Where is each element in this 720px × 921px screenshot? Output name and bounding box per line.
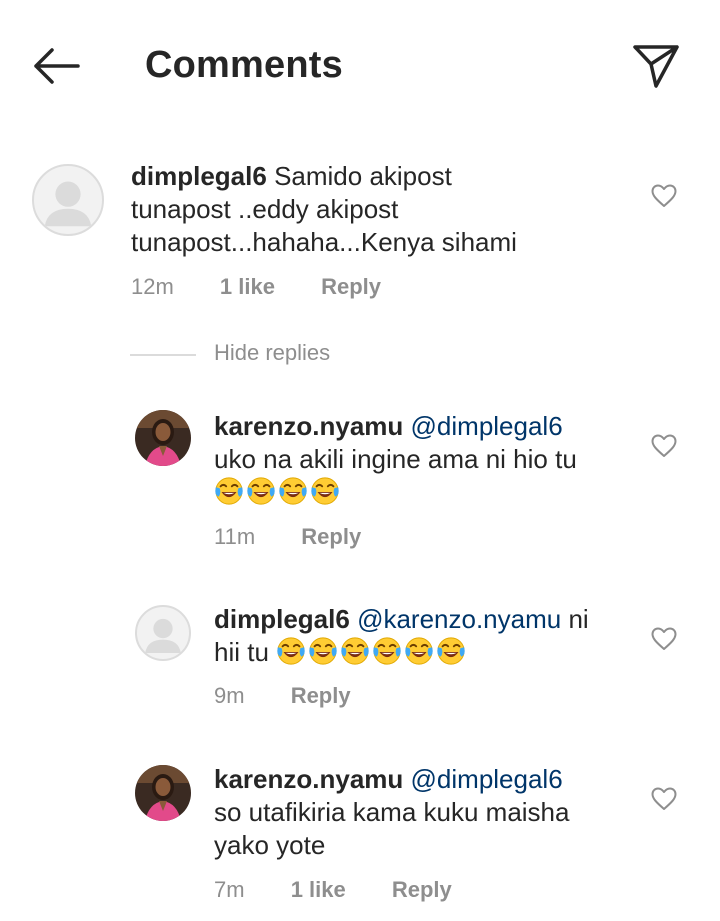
reply-time: 7m	[214, 877, 245, 902]
top-bar: Comments	[0, 0, 720, 130]
avatar[interactable]	[32, 164, 104, 236]
reply-text: dimplegal6 @karenzo.nyamu ni hii tu	[214, 603, 634, 669]
face-with-tears-of-joy-icon	[340, 636, 370, 666]
avatar[interactable]	[135, 765, 191, 821]
divider	[130, 354, 196, 356]
like-heart-icon[interactable]	[651, 184, 677, 208]
reply-line: so utafikiria kama kuku maisha	[214, 797, 570, 827]
reply-button[interactable]: Reply	[301, 524, 361, 549]
like-heart-icon[interactable]	[651, 627, 677, 651]
avatar[interactable]	[135, 605, 191, 661]
reply-button[interactable]: Reply	[321, 274, 381, 299]
avatar[interactable]	[135, 410, 191, 466]
like-heart-icon[interactable]	[651, 787, 677, 811]
mention-link[interactable]: @dimplegal6	[411, 411, 563, 441]
paper-plane-icon[interactable]	[630, 42, 682, 90]
emoji-row	[276, 637, 468, 667]
face-with-tears-of-joy-icon	[214, 476, 244, 506]
reply-time: 11m	[214, 524, 256, 549]
reply-text: karenzo.nyamu @dimplegal6 so utafikiria …	[214, 763, 634, 862]
comment-text: dimplegal6 Samido akipost tunapost ..edd…	[131, 160, 601, 259]
reply-username[interactable]: karenzo.nyamu	[214, 764, 403, 794]
reply-inline-text: ni	[568, 604, 589, 634]
reply-meta: 11m Reply	[214, 524, 401, 550]
reply-button[interactable]: Reply	[392, 877, 452, 902]
comment-meta: 12m 1 like Reply	[131, 274, 421, 300]
reply-line: hii tu	[214, 637, 269, 667]
comment-username[interactable]: dimplegal6	[131, 161, 267, 191]
likes-count[interactable]: 1 like	[220, 274, 275, 299]
hide-replies-label[interactable]: Hide replies	[214, 340, 330, 366]
back-arrow-icon[interactable]	[30, 46, 82, 86]
comment-time: 12m	[131, 274, 174, 299]
reply-meta: 9m Reply	[214, 683, 391, 709]
comment-line: tunapost...hahaha...Kenya sihami	[131, 227, 517, 257]
mention-link[interactable]: @karenzo.nyamu	[357, 604, 561, 634]
reply-line: uko na akili ingine ama ni hio tu	[214, 444, 577, 474]
reply-text: karenzo.nyamu @dimplegal6 uko na akili i…	[214, 410, 634, 509]
comment-line: Samido akipost	[274, 161, 452, 191]
face-with-tears-of-joy-icon	[372, 636, 402, 666]
reply-username[interactable]: karenzo.nyamu	[214, 411, 403, 441]
reply-button[interactable]: Reply	[291, 683, 351, 708]
face-with-tears-of-joy-icon	[404, 636, 434, 666]
reply-line: yako yote	[214, 830, 326, 860]
face-with-tears-of-joy-icon	[310, 476, 340, 506]
reply-time: 9m	[214, 683, 245, 708]
face-with-tears-of-joy-icon	[246, 476, 276, 506]
like-heart-icon[interactable]	[651, 434, 677, 458]
face-with-tears-of-joy-icon	[278, 476, 308, 506]
face-with-tears-of-joy-icon	[276, 636, 306, 666]
reply-username[interactable]: dimplegal6	[214, 604, 350, 634]
mention-link[interactable]: @dimplegal6	[411, 764, 563, 794]
comment-line: tunapost ..eddy akipost	[131, 194, 399, 224]
reply-meta: 7m 1 like Reply	[214, 877, 492, 903]
likes-count[interactable]: 1 like	[291, 877, 346, 902]
emoji-row	[214, 477, 342, 507]
face-with-tears-of-joy-icon	[436, 636, 466, 666]
face-with-tears-of-joy-icon	[308, 636, 338, 666]
page-title: Comments	[145, 44, 343, 86]
